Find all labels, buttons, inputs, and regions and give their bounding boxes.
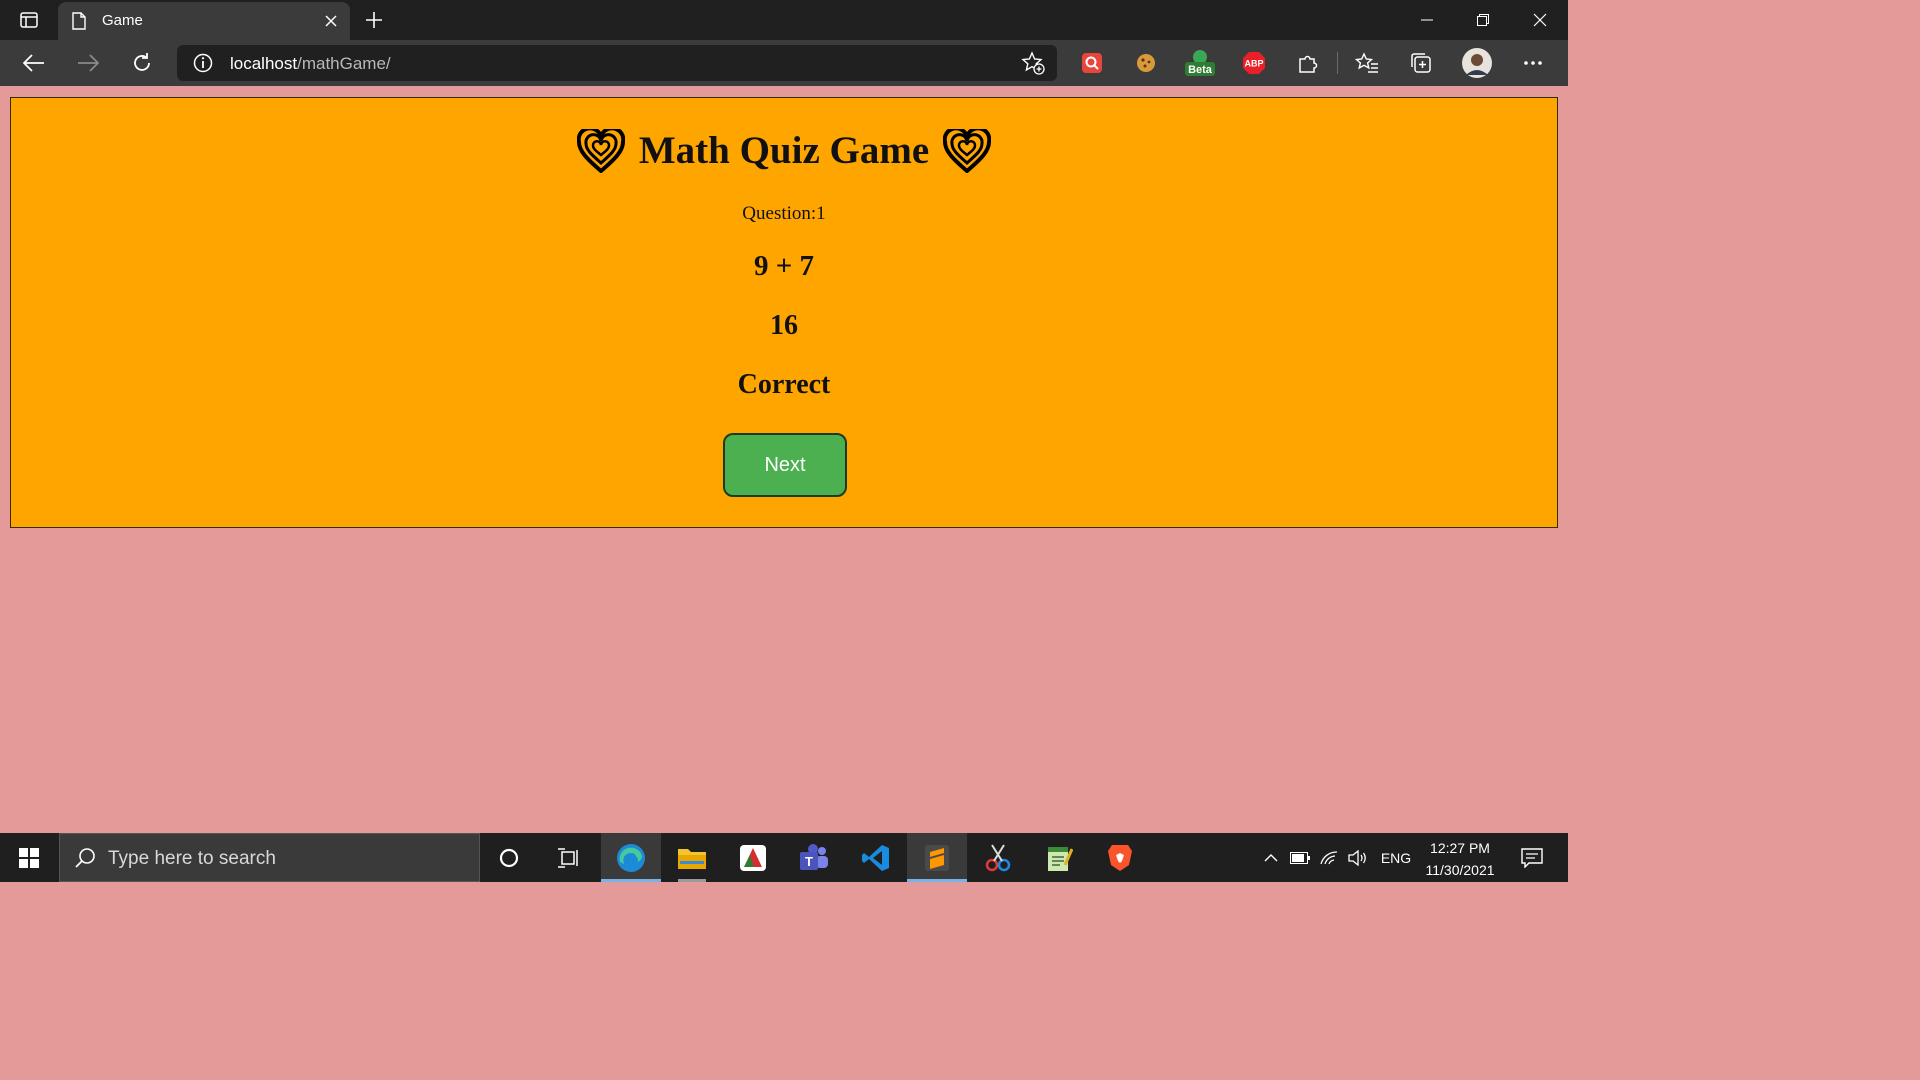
windows-taskbar: Type here to search T ENG 12:27 PM 11/30…: [0, 833, 1568, 882]
notifications-icon[interactable]: [1512, 833, 1552, 882]
clock-date: 11/30/2021: [1425, 862, 1495, 878]
result-feedback: Correct: [737, 369, 831, 400]
tray-chevron-up-icon[interactable]: [1258, 833, 1284, 882]
edge-icon[interactable]: [601, 833, 661, 882]
input-language[interactable]: ENG: [1376, 833, 1416, 882]
restore-icon[interactable]: [1455, 0, 1511, 40]
windows-start-icon[interactable]: [0, 833, 58, 882]
taskbar-clock[interactable]: 12:27 PM 11/30/2021: [1420, 837, 1500, 881]
active-indicator: [601, 879, 661, 882]
battery-icon[interactable]: [1287, 833, 1313, 882]
tab-game[interactable]: Game: [58, 2, 350, 40]
forward-arrow-icon[interactable]: [71, 46, 105, 80]
minimize-icon[interactable]: [1399, 0, 1455, 40]
svg-text:T: T: [805, 854, 813, 869]
beta-label: Beta: [1188, 64, 1213, 76]
back-arrow-icon[interactable]: [17, 46, 51, 80]
page-title: Math Quiz Game: [638, 129, 930, 172]
teams-icon[interactable]: T: [784, 833, 844, 882]
close-window-icon[interactable]: [1512, 0, 1568, 40]
quiz-card: Math Quiz Game Question:1 9 + 7 16 Corre…: [10, 97, 1558, 528]
answer-value: 16: [770, 310, 798, 341]
heart-right-icon: [943, 128, 992, 173]
vscode-icon[interactable]: [846, 833, 906, 882]
url-path: /mathGame/: [297, 54, 391, 73]
wifi-icon[interactable]: [1316, 833, 1342, 882]
page-icon: [72, 12, 86, 35]
favorites-icon[interactable]: [1352, 48, 1382, 78]
math-expression: 9 + 7: [753, 250, 815, 282]
url-text[interactable]: localhost/mathGame/: [230, 54, 391, 74]
search-placeholder: Type here to search: [108, 848, 276, 869]
file-explorer-icon[interactable]: [662, 833, 722, 882]
beta-extension-icon[interactable]: Beta: [1184, 48, 1216, 78]
brave-icon[interactable]: [1090, 833, 1150, 882]
new-tab-icon[interactable]: [360, 6, 388, 34]
running-indicator: [907, 879, 967, 882]
adblock-plus-icon[interactable]: ABP: [1239, 48, 1269, 78]
question-number: Question:1: [742, 203, 826, 224]
screenshot-extension-icon[interactable]: [1077, 48, 1107, 78]
sublime-text-icon[interactable]: [907, 833, 967, 882]
volume-icon[interactable]: [1345, 833, 1371, 882]
address-bar[interactable]: localhost/mathGame/: [177, 45, 1057, 81]
close-tab-icon[interactable]: [320, 10, 342, 32]
url-host: localhost: [230, 54, 298, 73]
toolbar-separator: [1337, 52, 1338, 74]
tab-actions-icon[interactable]: [10, 6, 48, 34]
add-favorite-icon[interactable]: [1021, 51, 1045, 80]
heart-left-icon: [576, 128, 625, 173]
taskbar-search-box[interactable]: Type here to search: [59, 833, 480, 882]
abp-label: ABP: [1244, 59, 1263, 69]
cortana-icon[interactable]: [479, 833, 539, 882]
browser-tabstrip: Game: [0, 0, 1568, 40]
next-button[interactable]: Next: [723, 433, 847, 497]
cookie-extension-icon[interactable]: [1131, 48, 1161, 78]
extensions-puzzle-icon[interactable]: [1293, 48, 1323, 78]
reload-icon[interactable]: [125, 46, 159, 80]
running-indicator: [678, 879, 706, 882]
snipping-tool-icon[interactable]: [968, 833, 1028, 882]
site-info-icon[interactable]: [193, 53, 213, 78]
profile-avatar[interactable]: [1461, 47, 1493, 79]
task-view-icon[interactable]: [538, 833, 598, 882]
collections-icon[interactable]: [1406, 48, 1436, 78]
search-icon: [74, 847, 96, 874]
tab-title: Game: [102, 12, 143, 29]
browser-toolbar: localhost/mathGame/ Beta ABP: [0, 40, 1568, 86]
title-row: Math Quiz Game: [11, 128, 1557, 173]
notepad-app-icon[interactable]: [1029, 833, 1089, 882]
more-menu-icon[interactable]: [1518, 48, 1548, 78]
app-icon[interactable]: [723, 833, 783, 882]
clock-time: 12:27 PM: [1430, 840, 1490, 856]
